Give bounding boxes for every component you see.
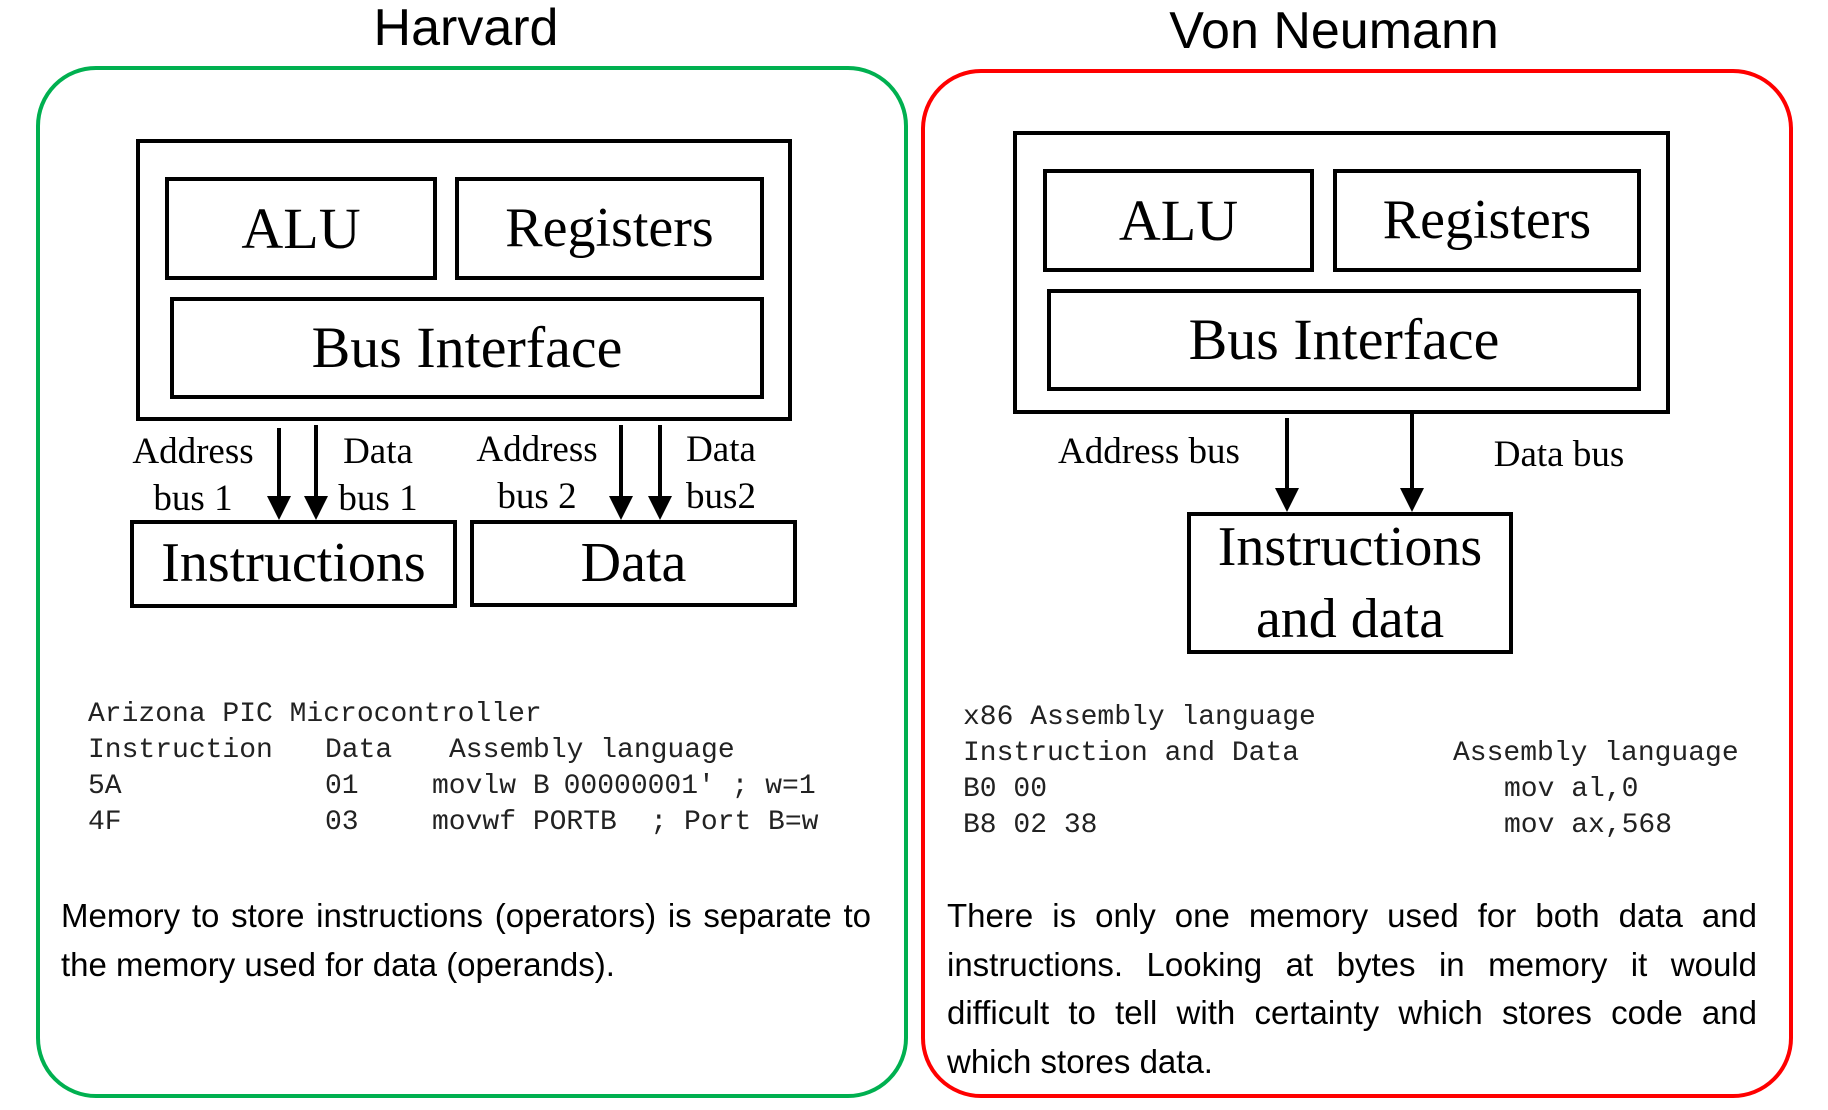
vn-address-bus-label: Address bus bbox=[1058, 431, 1240, 472]
vn-description: There is only one memory used for both d… bbox=[947, 897, 1757, 1080]
harvard-code-header-data: Data bbox=[325, 735, 393, 766]
harvard-code-row-instruction: 5A bbox=[88, 771, 122, 802]
vn-code-row-assembly: mov al,0 bbox=[1504, 774, 1639, 805]
harvard-code-row-assembly: movlw B 00000001′ ; w=1 bbox=[432, 771, 816, 802]
vn-instructions-and-data-memory: Instructions and data bbox=[1187, 512, 1513, 654]
vn-code-row-assembly: mov ax,568 bbox=[1504, 810, 1673, 841]
harvard-code-row-instruction: 4F bbox=[88, 807, 122, 838]
harvard-code-title: Arizona PIC Microcontroller bbox=[88, 699, 542, 730]
harvard-code-header-instruction: Instruction bbox=[88, 735, 273, 766]
harvard-description: Memory to store instructions (operators)… bbox=[61, 897, 871, 983]
vn-code-row-bytes: B8 02 38 bbox=[963, 810, 1098, 841]
vn-code-header-assembly: Assembly language bbox=[1453, 738, 1739, 769]
harvard-code-row-data: 03 bbox=[325, 807, 359, 838]
vn-code-title: x86 Assembly language bbox=[963, 702, 1316, 733]
von-neumann-title: Von Neumann bbox=[1169, 2, 1499, 60]
vn-registers-box: Registers bbox=[1333, 169, 1641, 272]
harvard-code-row-assembly: movwf PORTB ; Port B=w bbox=[432, 807, 819, 838]
vn-code-header-instruction-data: Instruction and Data bbox=[963, 738, 1300, 769]
vn-data-bus-label: Data bus bbox=[1493, 434, 1625, 475]
harvard-code-row-data: 01 bbox=[325, 771, 359, 802]
vn-alu-box: ALU bbox=[1043, 169, 1314, 272]
vn-code-row-bytes: B0 00 bbox=[963, 774, 1048, 805]
vn-bus-interface-box: Bus Interface bbox=[1047, 289, 1641, 391]
harvard-code-header-assembly: Assembly language bbox=[449, 735, 735, 766]
